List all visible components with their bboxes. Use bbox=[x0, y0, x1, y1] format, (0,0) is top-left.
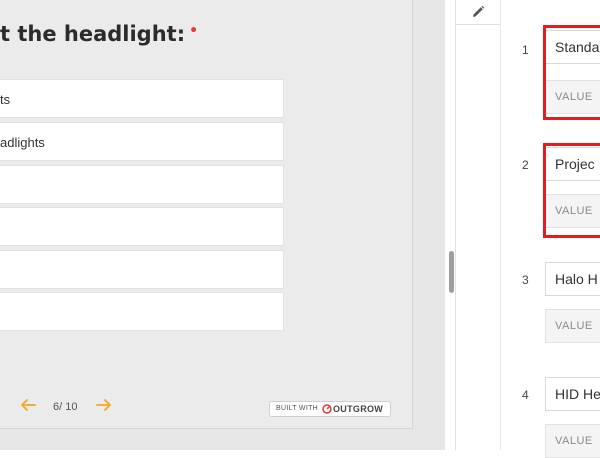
built-with-label: BUILT WITH bbox=[276, 405, 319, 412]
option-value-input[interactable]: VALUE bbox=[545, 424, 600, 458]
required-mark: • bbox=[189, 23, 199, 39]
option-value-input[interactable]: VALUE bbox=[545, 80, 600, 114]
option-number: 4 bbox=[522, 388, 529, 402]
answer-option-label: adlights bbox=[0, 135, 45, 150]
answer-option-label: ts bbox=[0, 92, 11, 107]
edit-button[interactable] bbox=[456, 0, 501, 25]
answer-option[interactable] bbox=[0, 292, 284, 331]
answer-option[interactable]: ts bbox=[0, 79, 284, 118]
option-value-input[interactable]: VALUE bbox=[545, 194, 600, 228]
answer-option[interactable] bbox=[0, 165, 284, 204]
next-arrow-icon[interactable] bbox=[95, 398, 113, 412]
option-value-input[interactable]: VALUE bbox=[545, 309, 600, 343]
option-number: 3 bbox=[522, 273, 529, 287]
option-label-input[interactable]: Projec bbox=[545, 147, 600, 181]
scrollbar-thumb[interactable] bbox=[449, 251, 454, 293]
pencil-icon bbox=[473, 5, 485, 17]
option-label-input[interactable]: Standa bbox=[545, 30, 600, 64]
brand-name: OUTGROW bbox=[333, 404, 384, 414]
answer-option[interactable] bbox=[0, 250, 284, 289]
option-number: 1 bbox=[522, 43, 529, 57]
question-preview-card: t the headlight: • ts adlights 6/ 10 BUIL… bbox=[0, 0, 413, 429]
panel-divider bbox=[455, 0, 456, 450]
page-indicator: 6/ 10 bbox=[53, 401, 78, 413]
option-number: 2 bbox=[522, 158, 529, 172]
built-with-badge[interactable]: BUILT WITH OUTGROW bbox=[269, 401, 391, 417]
answer-option[interactable]: adlights bbox=[0, 122, 284, 161]
option-label-input[interactable]: Halo H bbox=[545, 262, 600, 296]
question-title: t the headlight: • bbox=[0, 22, 199, 46]
answer-option[interactable] bbox=[0, 207, 284, 246]
editor-divider bbox=[500, 0, 501, 450]
outgrow-logo-icon bbox=[322, 404, 332, 414]
option-label-input[interactable]: HID He bbox=[545, 377, 600, 411]
prev-arrow-icon[interactable] bbox=[19, 398, 37, 412]
